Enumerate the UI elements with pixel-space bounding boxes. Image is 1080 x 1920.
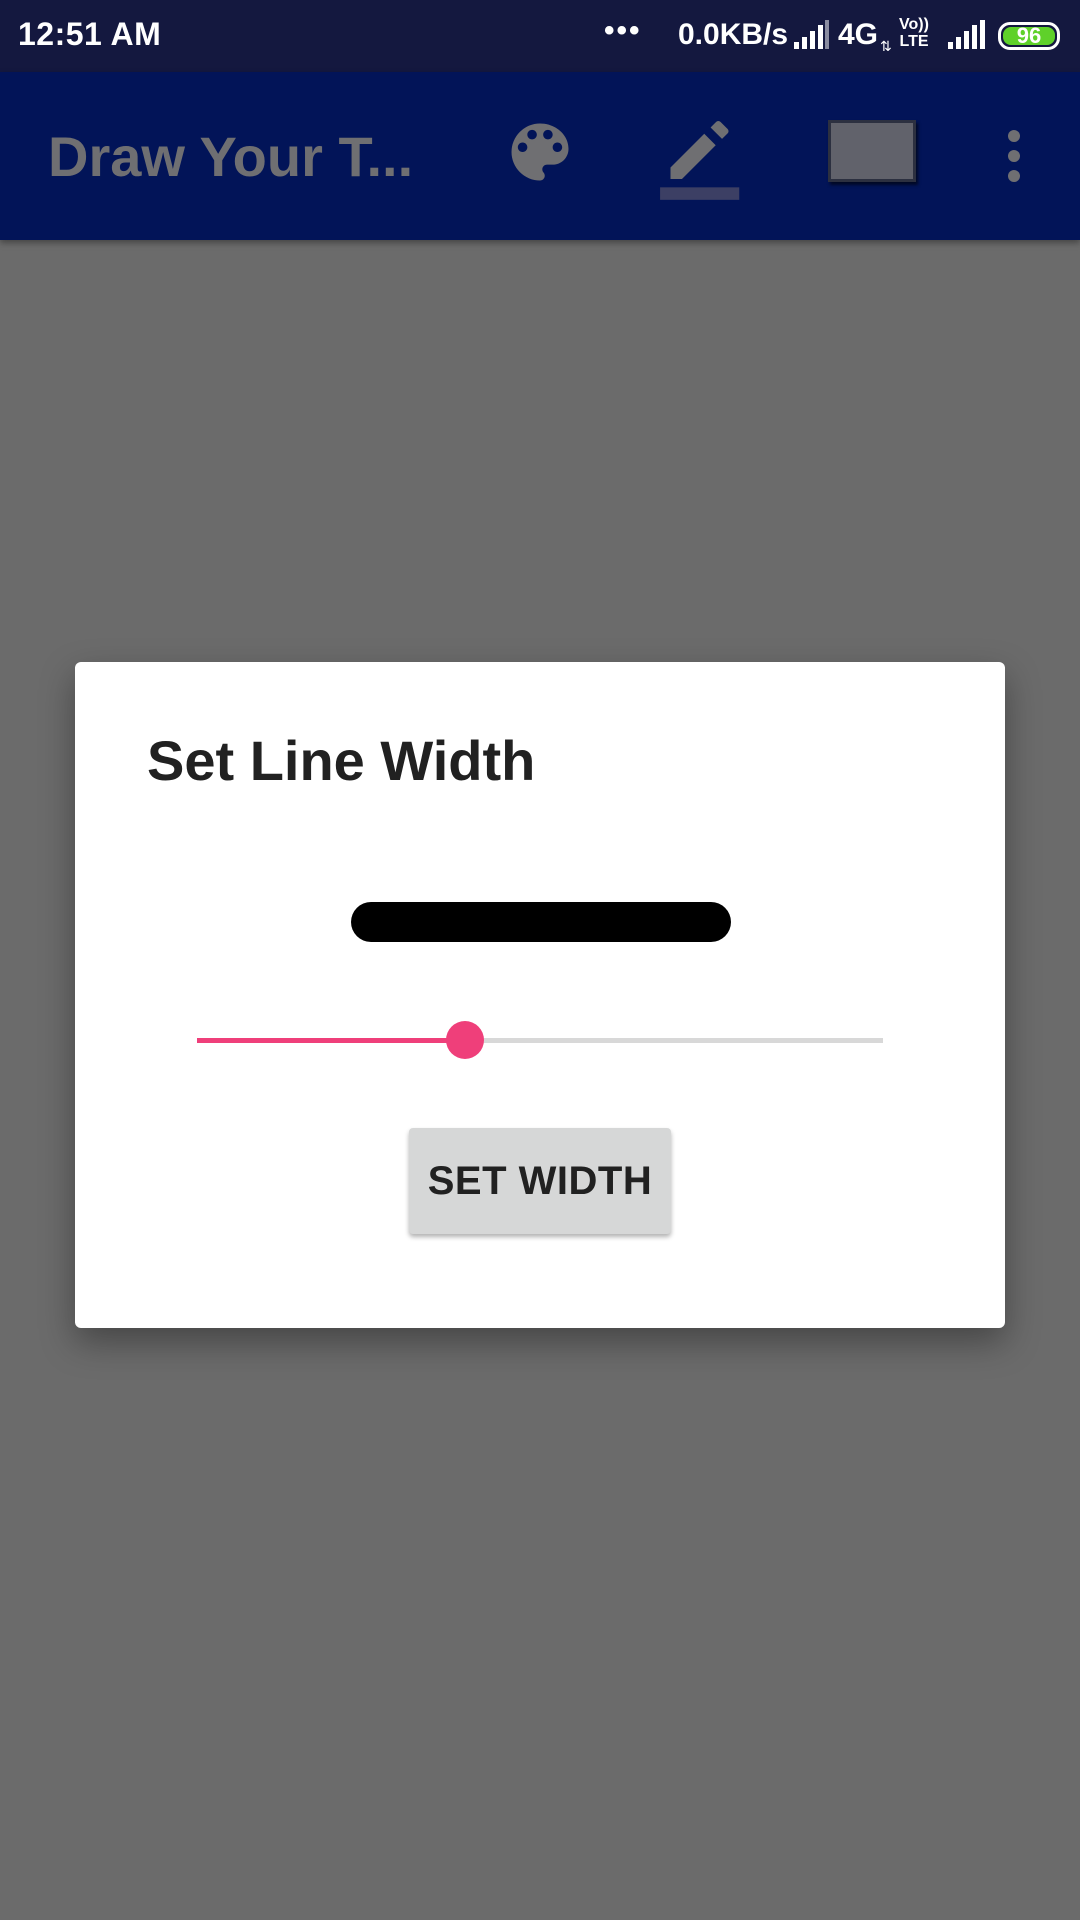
line-width-preview [351,902,731,942]
data-activity-icon: ⇅ [880,38,892,54]
rectangle-shape [828,120,916,182]
app-bar: Draw Your T... [0,72,1080,240]
slider-thumb[interactable] [445,1021,484,1059]
dialog-title: Set Line Width [147,729,536,792]
line-width-dialog: Set Line Width SET WIDTH [75,662,1005,1328]
width-slider[interactable] [197,1020,883,1060]
signal-strength-icon [794,20,829,49]
network-speed: 0.0KB/s [678,18,789,51]
battery-level: 96 [1003,25,1055,47]
volte-top-label: Vo)) [899,16,929,33]
status-time: 12:51 AM [18,16,162,52]
notification-dots: ••• [604,14,642,47]
slider-fill [197,1038,465,1043]
rectangle-icon[interactable] [828,120,916,182]
overflow-menu-icon[interactable] [1000,128,1028,184]
palette-icon[interactable] [502,114,578,190]
volte-bottom-label: LTE [899,33,929,50]
pen-icon[interactable] [658,104,758,204]
signal-strength-icon-2 [948,20,985,49]
battery-icon: 96 [998,22,1060,50]
app-title: Draw Your T... [48,125,414,188]
volte-icon: Vo)) LTE [896,16,932,50]
set-width-button[interactable]: SET WIDTH [409,1128,671,1234]
status-bar: 12:51 AM ••• 0.0KB/s 4G ⇅ Vo)) LTE 96 [0,0,1080,72]
network-type: 4G [838,18,879,51]
